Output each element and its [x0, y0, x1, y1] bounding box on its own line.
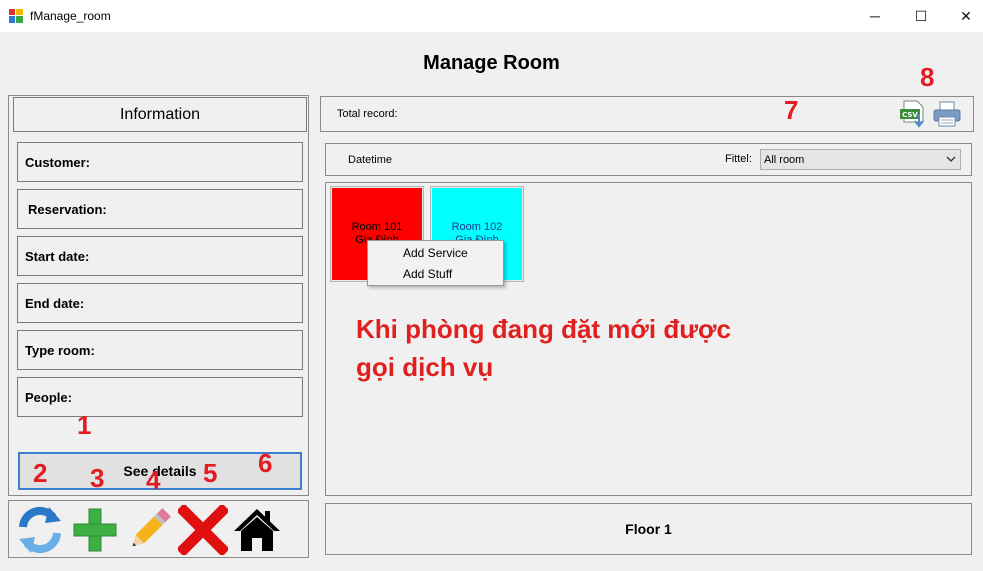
- datetime-label: Datetime: [348, 154, 393, 166]
- marker-6: 6: [258, 448, 273, 478]
- menu-item-add-service[interactable]: Add Service: [403, 246, 468, 260]
- record-bar: [320, 96, 974, 132]
- end-date-field: End date:: [17, 283, 303, 323]
- close-button[interactable]: ✕: [943, 0, 983, 32]
- menu-item-add-stuff[interactable]: Add Stuff: [403, 267, 452, 281]
- csv-export-icon[interactable]: CSV: [899, 100, 927, 128]
- customer-field: Customer:: [17, 142, 303, 182]
- reservation-field: Reservation:: [17, 189, 303, 229]
- page-title: Manage Room: [423, 52, 560, 74]
- people-field: People:: [17, 377, 303, 417]
- start-date-field: Start date:: [17, 236, 303, 276]
- home-icon[interactable]: [232, 505, 282, 555]
- title-bar: [0, 0, 983, 32]
- window-title: fManage_room: [30, 9, 111, 23]
- app-icon: [9, 9, 23, 23]
- svg-text:CSV: CSV: [902, 111, 918, 119]
- annotation-line: Khi phòng đang đặt mới được: [356, 314, 731, 344]
- context-menu: Add Service Add Stuff: [367, 240, 504, 286]
- minimize-button[interactable]: ─: [852, 0, 898, 32]
- edit-icon[interactable]: [124, 505, 174, 555]
- annotation-note: Khi phòng đang đặt mới được gọi dịch vụ: [356, 310, 806, 386]
- room-name: Room 101: [351, 221, 403, 233]
- total-record-label: Total record:: [337, 108, 398, 120]
- refresh-icon[interactable]: [15, 505, 65, 555]
- info-header: Information: [13, 97, 307, 132]
- chevron-down-icon[interactable]: [945, 152, 957, 166]
- print-icon[interactable]: [932, 100, 962, 128]
- delete-icon[interactable]: [178, 505, 228, 555]
- annotation-line: gọi dịch vụ: [356, 352, 494, 382]
- add-icon[interactable]: [70, 505, 120, 555]
- marker-5: 5: [203, 458, 218, 488]
- marker-1: 1: [77, 410, 92, 440]
- marker-4: 4: [146, 465, 161, 495]
- room-name: Room 102: [451, 221, 503, 233]
- filter-label: Fittel:: [725, 153, 752, 165]
- marker-7: 7: [784, 95, 799, 125]
- type-room-field: Type room:: [17, 330, 303, 370]
- marker-2: 2: [33, 458, 48, 488]
- marker-8: 8: [920, 62, 935, 92]
- maximize-button[interactable]: ☐: [898, 0, 944, 32]
- marker-3: 3: [90, 463, 105, 493]
- room-filter-select[interactable]: All room: [760, 149, 961, 170]
- floor-label: Floor 1: [325, 503, 972, 555]
